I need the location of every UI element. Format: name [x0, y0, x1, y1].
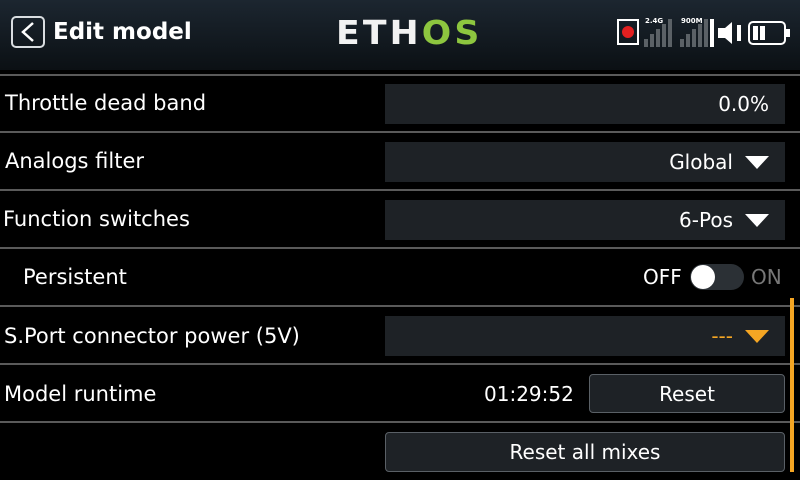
throttle-dead-band-field[interactable]: 0.0% [385, 84, 785, 124]
analogs-filter-label: Analogs filter [5, 149, 145, 173]
chevron-left-icon [21, 22, 34, 42]
reset-runtime-button[interactable]: Reset [589, 374, 785, 413]
dropdown-arrow-icon [745, 213, 769, 227]
signal-900m-icon: 900M [680, 17, 714, 47]
record-icon [617, 19, 639, 45]
function-switches-label: Function switches [3, 207, 190, 231]
divider [0, 74, 800, 76]
function-switches-dropdown[interactable]: 6-Pos [385, 200, 785, 240]
toggle-on-label: ON [751, 265, 782, 289]
divider [0, 421, 800, 423]
divider [0, 131, 800, 133]
throttle-dead-band-label: Throttle dead band [5, 91, 207, 115]
scrollbar[interactable] [790, 298, 794, 472]
divider [0, 363, 800, 365]
divider [0, 247, 800, 249]
model-runtime-value: 01:29:52 [484, 382, 574, 406]
divider [0, 189, 800, 191]
sport-power-label: S.Port connector power (5V) [4, 324, 300, 348]
speaker-icon [716, 19, 744, 47]
model-runtime-label: Model runtime [4, 382, 157, 406]
back-button[interactable] [11, 16, 45, 48]
signal-2-4g-icon: 2.4G [644, 17, 676, 47]
divider [0, 305, 800, 307]
toggle-knob [691, 265, 715, 289]
reset-all-mixes-button[interactable]: Reset all mixes [385, 432, 785, 472]
persistent-label: Persistent [23, 265, 127, 289]
dropdown-arrow-icon [745, 329, 769, 343]
top-bar: Edit model ETHOS 2.4G 900M [0, 0, 800, 70]
ethos-logo: ETHOS [336, 13, 483, 52]
page-title: Edit model [53, 19, 192, 45]
dropdown-arrow-icon [745, 155, 769, 169]
sport-power-dropdown[interactable]: --- [385, 316, 785, 356]
toggle-off-label: OFF [643, 265, 682, 289]
battery-icon [748, 21, 790, 45]
analogs-filter-dropdown[interactable]: Global [385, 142, 785, 182]
